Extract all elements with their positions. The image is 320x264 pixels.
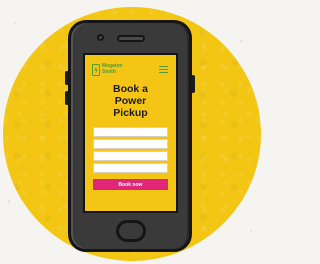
- booking-form: [93, 127, 168, 175]
- form-field[interactable]: [93, 127, 168, 137]
- smartphone: Megaton Smith Book a Power Pickup Book n…: [65, 20, 195, 252]
- form-field[interactable]: [93, 151, 168, 161]
- home-button: [116, 220, 146, 242]
- page-title-line: Power: [114, 95, 147, 107]
- form-field[interactable]: [93, 139, 168, 149]
- hamburger-menu-icon[interactable]: [159, 66, 168, 74]
- logo: Megaton Smith: [92, 63, 130, 77]
- volume-button: [65, 71, 69, 85]
- page-title-line: Book a: [112, 83, 148, 95]
- book-now-button[interactable]: Book now: [93, 179, 168, 190]
- phone-screen: Megaton Smith Book a Power Pickup Book n…: [83, 53, 178, 213]
- volume-button: [65, 91, 69, 105]
- earpiece-speaker: [117, 35, 145, 42]
- page-title-line: Pickup: [113, 107, 148, 119]
- logo-text: Megaton Smith: [102, 63, 123, 75]
- form-field[interactable]: [93, 163, 168, 173]
- logo-mark-icon: [92, 64, 100, 76]
- power-button: [191, 75, 195, 93]
- illustration: Megaton Smith Book a Power Pickup Book n…: [0, 0, 263, 264]
- front-camera-icon: [97, 34, 104, 41]
- page-title: Book a Power Pickup: [85, 83, 176, 119]
